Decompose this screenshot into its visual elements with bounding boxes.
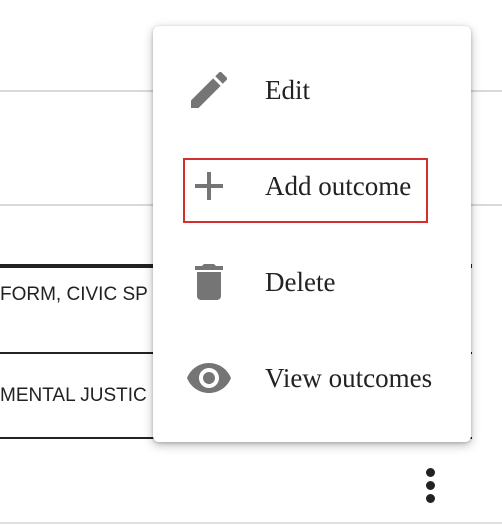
menu-item-label: Delete [265, 267, 336, 297]
eye-icon [187, 363, 231, 393]
trash-icon [195, 264, 223, 300]
focus-highlight [183, 158, 428, 223]
table-divider [0, 522, 502, 524]
pencil-icon [191, 71, 228, 108]
table-cell: FORM, CIVIC SP [0, 284, 148, 305]
menu-item-edit[interactable]: Edit [153, 42, 471, 138]
menu-item-label: Edit [265, 75, 310, 105]
table-cell: MENTAL JUSTIC [0, 385, 147, 406]
context-menu: Edit Add outcome Delete View outcomes [153, 26, 471, 442]
menu-item-view-outcomes[interactable]: View outcomes [153, 330, 471, 426]
menu-item-label: View outcomes [265, 363, 433, 393]
menu-item-delete[interactable]: Delete [153, 234, 471, 330]
more-options-icon[interactable] [416, 462, 444, 506]
